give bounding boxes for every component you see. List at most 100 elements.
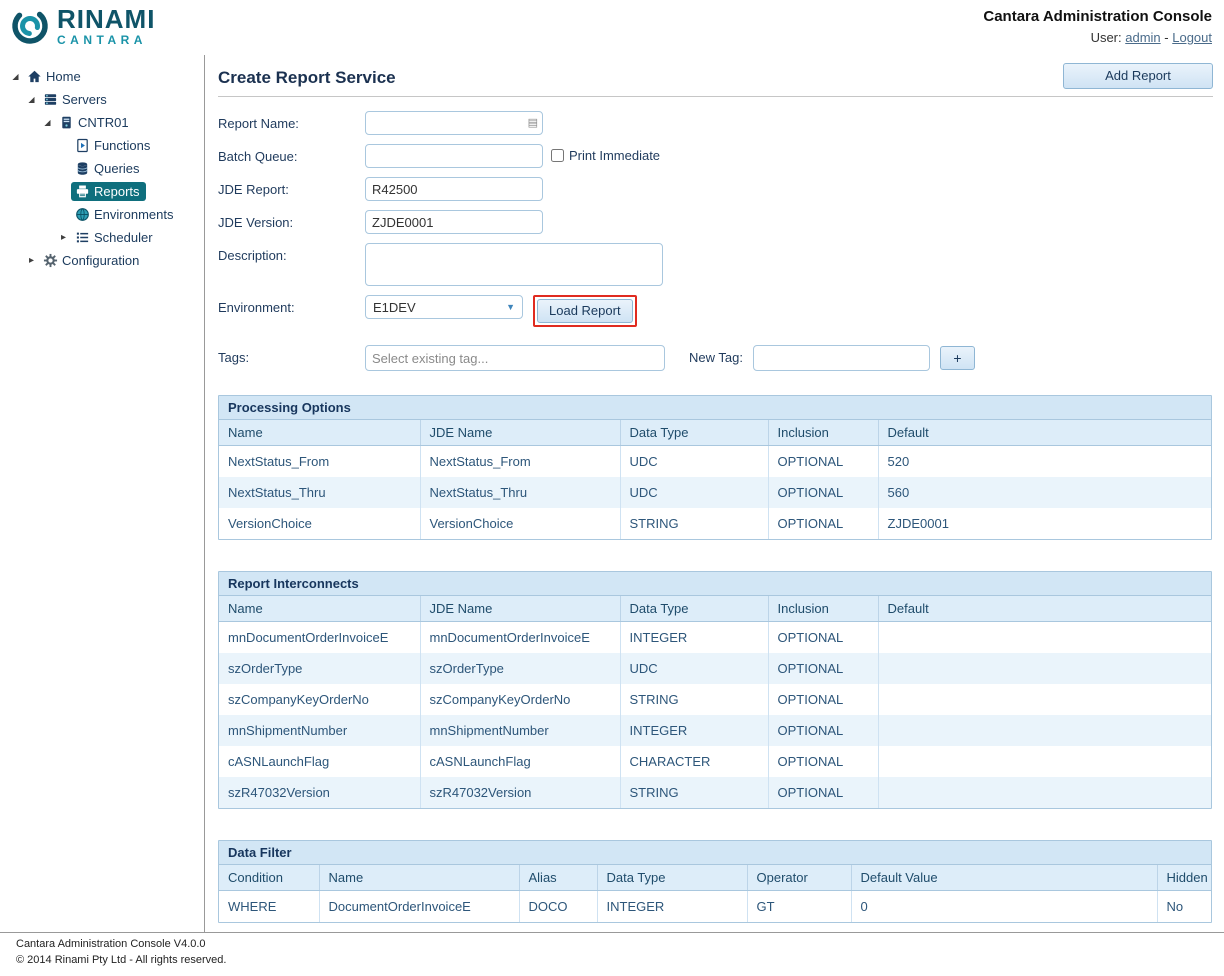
column-header: Default — [878, 596, 1211, 622]
globe-icon — [75, 207, 90, 222]
load-report-highlight: Load Report — [533, 295, 637, 327]
batch-queue-label: Batch Queue: — [218, 144, 365, 164]
table-cell: OPTIONAL — [768, 684, 878, 715]
tree-row-configuration: ▸ Configuration — [8, 249, 204, 272]
table-cell: mnShipmentNumber — [219, 715, 420, 746]
table-cell: INTEGER — [597, 891, 747, 923]
table-header-row: NameJDE NameData TypeInclusionDefault — [219, 596, 1211, 622]
table-row: NextStatus_ThruNextStatus_ThruUDCOPTIONA… — [219, 477, 1211, 508]
jde-report-input[interactable] — [365, 177, 543, 201]
sidebar-item-queries[interactable]: Queries — [71, 159, 146, 178]
tree-row-environments: Environments — [8, 203, 204, 226]
environment-select[interactable]: E1DEV ▼ — [365, 295, 523, 319]
table-row: NextStatus_FromNextStatus_FromUDCOPTIONA… — [219, 446, 1211, 478]
add-report-button[interactable]: Add Report — [1063, 63, 1213, 89]
sidebar-item-functions[interactable]: Functions — [71, 136, 156, 155]
footer-copyright: © 2014 Rinami Pty Ltd - All rights reser… — [16, 953, 1208, 968]
expand-arrow-icon[interactable]: ◢ — [40, 118, 55, 127]
app-title: Cantara Administration Console — [983, 8, 1212, 25]
processing-options-table: Processing Options NameJDE NameData Type… — [218, 395, 1212, 540]
logout-link[interactable]: Logout — [1172, 30, 1212, 45]
main-panel: Create Report Service Add Report Report … — [205, 55, 1224, 932]
column-header: Default — [878, 420, 1211, 446]
new-tag-label: New Tag: — [689, 350, 743, 365]
print-immediate-checkbox[interactable] — [551, 149, 564, 162]
schedule-list-icon — [75, 230, 90, 245]
lookup-icon: ▤ — [528, 116, 538, 129]
batch-queue-input[interactable] — [365, 144, 543, 168]
app-header: RINAMI CANTARA Cantara Administration Co… — [0, 0, 1224, 55]
table-cell: OPTIONAL — [768, 777, 878, 808]
user-label: User: — [1091, 30, 1122, 45]
table-title: Data Filter — [219, 841, 1211, 865]
table-header-row: NameJDE NameData TypeInclusionDefault — [219, 420, 1211, 446]
logo-text: RINAMI CANTARA — [57, 6, 155, 46]
table-cell: STRING — [620, 508, 768, 539]
table-cell: CHARACTER — [620, 746, 768, 777]
column-header: Inclusion — [768, 420, 878, 446]
report-name-input[interactable] — [365, 111, 543, 135]
sidebar-item-scheduler[interactable]: Scheduler — [71, 228, 159, 247]
table-cell — [878, 777, 1211, 808]
table-cell: NextStatus_Thru — [420, 477, 620, 508]
tags-row: Tags: New Tag: + — [218, 345, 1213, 371]
sidebar-item-cntr01[interactable]: CNTR01 — [55, 113, 135, 132]
table-cell: OPTIONAL — [768, 746, 878, 777]
column-header: Condition — [219, 865, 319, 891]
column-header: Name — [219, 420, 420, 446]
table-cell: szOrderType — [420, 653, 620, 684]
tree-row-home: ◢ Home — [8, 65, 204, 88]
new-tag-input[interactable] — [753, 345, 930, 371]
column-header: Data Type — [620, 596, 768, 622]
table-cell: 560 — [878, 477, 1211, 508]
table-cell: No — [1157, 891, 1211, 923]
data-filter-table: Data Filter ConditionNameAliasData TypeO… — [218, 840, 1212, 923]
table-cell: szR47032Version — [219, 777, 420, 808]
table-row: szR47032VersionszR47032VersionSTRINGOPTI… — [219, 777, 1211, 808]
chevron-down-icon: ▼ — [506, 302, 515, 312]
table-row: VersionChoiceVersionChoiceSTRINGOPTIONAL… — [219, 508, 1211, 539]
table-cell: VersionChoice — [219, 508, 420, 539]
user-link[interactable]: admin — [1125, 30, 1160, 45]
environment-row: Environment: E1DEV ▼ Load Report — [218, 295, 1213, 327]
tree-row-servers: ◢ Servers — [8, 88, 204, 111]
table-cell: NextStatus_Thru — [219, 477, 420, 508]
report-name-label: Report Name: — [218, 111, 365, 131]
expand-arrow-icon[interactable]: ◢ — [24, 95, 39, 104]
column-header: Data Type — [620, 420, 768, 446]
sidebar-item-configuration[interactable]: Configuration — [39, 251, 145, 270]
table-cell: NextStatus_From — [219, 446, 420, 478]
column-header: JDE Name — [420, 596, 620, 622]
sidebar-item-reports[interactable]: Reports — [71, 182, 146, 201]
sidebar-item-label: Reports — [94, 184, 140, 199]
table-cell: VersionChoice — [420, 508, 620, 539]
sidebar-item-home[interactable]: Home — [23, 67, 87, 86]
servers-icon — [43, 92, 58, 107]
table-cell: STRING — [620, 684, 768, 715]
table-title: Report Interconnects — [219, 572, 1211, 596]
column-header: Alias — [519, 865, 597, 891]
jde-report-label: JDE Report: — [218, 177, 365, 197]
jde-report-row: JDE Report: — [218, 177, 1213, 201]
sidebar-item-environments[interactable]: Environments — [71, 205, 179, 224]
jde-version-input[interactable] — [365, 210, 543, 234]
table-cell: OPTIONAL — [768, 477, 878, 508]
add-tag-button[interactable]: + — [940, 346, 975, 370]
collapse-arrow-icon[interactable]: ▸ — [24, 255, 39, 266]
collapse-arrow-icon[interactable]: ▸ — [56, 232, 71, 243]
tags-input[interactable] — [365, 345, 665, 371]
expand-arrow-icon[interactable]: ◢ — [8, 72, 23, 81]
user-separator: - — [1161, 30, 1173, 45]
tree-row-queries: Queries — [8, 157, 204, 180]
table-cell: 520 — [878, 446, 1211, 478]
sidebar-tree: ◢ Home ◢ Servers ◢ — [0, 55, 205, 932]
table-cell: STRING — [620, 777, 768, 808]
sidebar-item-servers[interactable]: Servers — [39, 90, 113, 109]
table-cell: mnDocumentOrderInvoiceE — [420, 622, 620, 654]
print-immediate-label: Print Immediate — [569, 148, 660, 163]
load-report-button[interactable]: Load Report — [537, 299, 633, 323]
description-textarea[interactable] — [365, 243, 663, 286]
table-cell — [878, 715, 1211, 746]
table-cell — [878, 684, 1211, 715]
description-label: Description: — [218, 243, 365, 263]
